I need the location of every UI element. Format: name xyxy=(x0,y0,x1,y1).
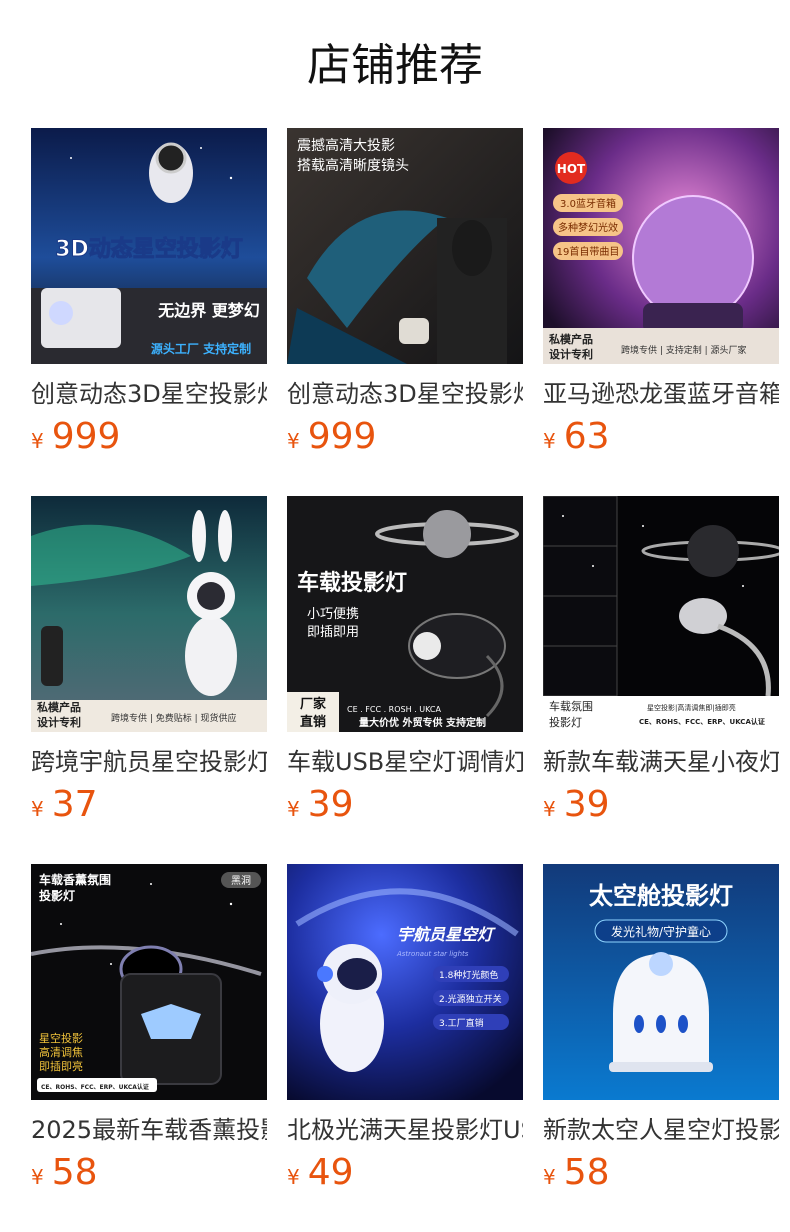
image-caption: 3.0蓝牙音箱 xyxy=(560,197,616,210)
image-caption: 即插即用 xyxy=(307,625,359,640)
product-price: ¥58 xyxy=(543,1152,779,1194)
price-value: 49 xyxy=(307,1152,354,1193)
product-name[interactable]: 创意动态3D星空投影灯 xyxy=(31,378,267,410)
image-caption: Astronaut star lights xyxy=(396,950,469,958)
product-price: ¥999 xyxy=(287,416,523,458)
product-card[interactable]: 私模产品 设计专利 跨境专供 | 免费贴标 | 现货供应 跨境宇航员星空投影灯 … xyxy=(31,496,267,826)
currency-symbol: ¥ xyxy=(543,1165,556,1189)
price-value: 39 xyxy=(307,784,354,825)
image-caption: 跨境专供 | 免费贴标 | 现货供应 xyxy=(111,712,237,724)
currency-symbol: ¥ xyxy=(31,797,44,821)
product-card[interactable]: 车载投影灯 小巧便携 即插即用 厂家 直销 CE . FCC . ROSH . … xyxy=(287,496,523,826)
image-caption: 投影灯 xyxy=(39,888,75,903)
image-caption: CE、ROHS、FCC、ERP、UKCA认证 xyxy=(639,717,765,726)
product-price: ¥58 xyxy=(31,1152,267,1194)
product-image[interactable]: 车载香薰氛围 投影灯 黑洞 星空投影 高清调焦 即插即亮 CE、ROHS、FCC… xyxy=(31,864,267,1100)
product-name[interactable]: 2025最新车载香薰投影灯 xyxy=(31,1114,267,1146)
product-name[interactable]: 亚马逊恐龙蛋蓝牙音箱 xyxy=(543,378,779,410)
currency-symbol: ¥ xyxy=(31,429,44,453)
product-image[interactable]: 3D动态星空投影灯 无边界 更梦幻 源头工厂 支持定制 xyxy=(31,128,267,364)
section-title: 店铺推荐 xyxy=(307,40,483,91)
image-caption: 私模产品 xyxy=(549,332,593,346)
image-caption: 3D动态星空投影灯 xyxy=(55,236,243,262)
image-caption: 厂家 xyxy=(300,696,327,712)
product-card[interactable]: 车载香薰氛围 投影灯 黑洞 星空投影 高清调焦 即插即亮 CE、ROHS、FCC… xyxy=(31,864,267,1194)
image-caption: 设计专利 xyxy=(37,715,81,729)
image-caption: 投影灯 xyxy=(549,715,582,729)
image-caption: 19首自带曲目 xyxy=(557,245,620,258)
product-name[interactable]: 车载USB星空灯调情灯 xyxy=(287,746,523,778)
image-caption: CE、ROHS、FCC、ERP、UKCA认证 xyxy=(41,1083,149,1091)
currency-symbol: ¥ xyxy=(287,1165,300,1189)
product-name[interactable]: 北极光满天星投影灯USB xyxy=(287,1114,523,1146)
product-image[interactable]: 震撼高清大投影 搭载高清晰度镜头 xyxy=(287,128,523,364)
product-image[interactable]: 车载投影灯 小巧便携 即插即用 厂家 直销 CE . FCC . ROSH . … xyxy=(287,496,523,732)
image-caption: 小巧便携 xyxy=(307,606,359,622)
product-image[interactable]: 车载氛围 投影灯 星空投影|高清调焦即|插即亮 CE、ROHS、FCC、ERP、… xyxy=(543,496,779,732)
image-caption: 黑洞 xyxy=(231,875,251,887)
product-image[interactable]: 宇航员星空灯 Astronaut star lights 1.8种灯光颜色 2.… xyxy=(287,864,523,1100)
product-price: ¥999 xyxy=(31,416,267,458)
image-caption: 高清调焦 xyxy=(39,1045,83,1059)
price-value: 63 xyxy=(563,416,610,457)
price-value: 39 xyxy=(563,784,610,825)
product-price: ¥63 xyxy=(543,416,779,458)
image-caption: 量大价优 外贸专供 支持定制 xyxy=(359,716,486,729)
image-caption: 3.工厂直销 xyxy=(439,1017,484,1029)
product-price: ¥49 xyxy=(287,1152,523,1194)
currency-symbol: ¥ xyxy=(287,797,300,821)
product-name[interactable]: 创意动态3D星空投影灯 xyxy=(287,378,523,410)
image-caption: 多种梦幻光效 xyxy=(558,221,618,234)
product-name[interactable]: 新款车载满天星小夜灯 xyxy=(543,746,779,778)
currency-symbol: ¥ xyxy=(287,429,300,453)
product-card[interactable]: 宇航员星空灯 Astronaut star lights 1.8种灯光颜色 2.… xyxy=(287,864,523,1194)
image-caption: CE . FCC . ROSH . UKCA xyxy=(347,705,442,714)
image-caption: 太空舱投影灯 xyxy=(589,882,733,910)
image-caption: 私模产品 xyxy=(37,700,81,714)
image-caption: 无边界 更梦幻 xyxy=(157,301,260,320)
image-caption: 源头工厂 支持定制 xyxy=(151,341,251,356)
price-value: 58 xyxy=(563,1152,610,1193)
image-caption: 车载氛围 xyxy=(549,699,593,713)
product-price: ¥37 xyxy=(31,784,267,826)
image-caption: 星空投影|高清调焦即|插即亮 xyxy=(647,703,736,712)
currency-symbol: ¥ xyxy=(543,429,556,453)
product-name[interactable]: 跨境宇航员星空投影灯 xyxy=(31,746,267,778)
product-card[interactable]: 太空舱投影灯 发光礼物/守护童心 新款太空人星空灯投影灯 ¥58 xyxy=(543,864,779,1194)
price-value: 37 xyxy=(51,784,98,825)
currency-symbol: ¥ xyxy=(543,797,556,821)
product-card[interactable]: 车载氛围 投影灯 星空投影|高清调焦即|插即亮 CE、ROHS、FCC、ERP、… xyxy=(543,496,779,826)
product-image[interactable]: HOT 3.0蓝牙音箱 多种梦幻光效 19首自带曲目 私模产品 设计专利 跨境专… xyxy=(543,128,779,364)
product-price: ¥39 xyxy=(287,784,523,826)
image-caption: 1.8种灯光颜色 xyxy=(439,969,498,981)
image-caption: 搭载高清晰度镜头 xyxy=(297,157,409,174)
image-caption: 设计专利 xyxy=(549,347,593,361)
image-caption: 宇航员星空灯 xyxy=(397,925,496,944)
product-image[interactable]: 私模产品 设计专利 跨境专供 | 免费贴标 | 现货供应 xyxy=(31,496,267,732)
product-image[interactable]: 太空舱投影灯 发光礼物/守护童心 xyxy=(543,864,779,1100)
product-price: ¥39 xyxy=(543,784,779,826)
image-caption: 2.光源独立开关 xyxy=(439,993,502,1005)
image-caption: 直销 xyxy=(300,714,326,730)
product-card[interactable]: HOT 3.0蓝牙音箱 多种梦幻光效 19首自带曲目 私模产品 设计专利 跨境专… xyxy=(543,128,779,458)
price-value: 999 xyxy=(307,416,377,457)
currency-symbol: ¥ xyxy=(31,1165,44,1189)
product-card[interactable]: 震撼高清大投影 搭载高清晰度镜头 创意动态3D星空投影灯 ¥999 xyxy=(287,128,523,458)
image-caption: 发光礼物/守护童心 xyxy=(611,924,711,939)
image-caption: 车载香薰氛围 xyxy=(39,872,111,887)
image-caption: 震撼高清大投影 xyxy=(297,137,395,154)
product-card[interactable]: 3D动态星空投影灯 无边界 更梦幻 源头工厂 支持定制 创意动态3D星空投影灯 … xyxy=(31,128,267,458)
image-caption: HOT xyxy=(557,162,586,176)
image-caption: 跨境专供 | 支持定制 | 源头厂家 xyxy=(621,344,747,356)
image-caption: 车载投影灯 xyxy=(297,570,407,596)
image-caption: 即插即亮 xyxy=(39,1059,83,1073)
price-value: 58 xyxy=(51,1152,98,1193)
product-name[interactable]: 新款太空人星空灯投影灯 xyxy=(543,1114,779,1146)
price-value: 999 xyxy=(51,416,121,457)
image-caption: 星空投影 xyxy=(39,1031,83,1045)
